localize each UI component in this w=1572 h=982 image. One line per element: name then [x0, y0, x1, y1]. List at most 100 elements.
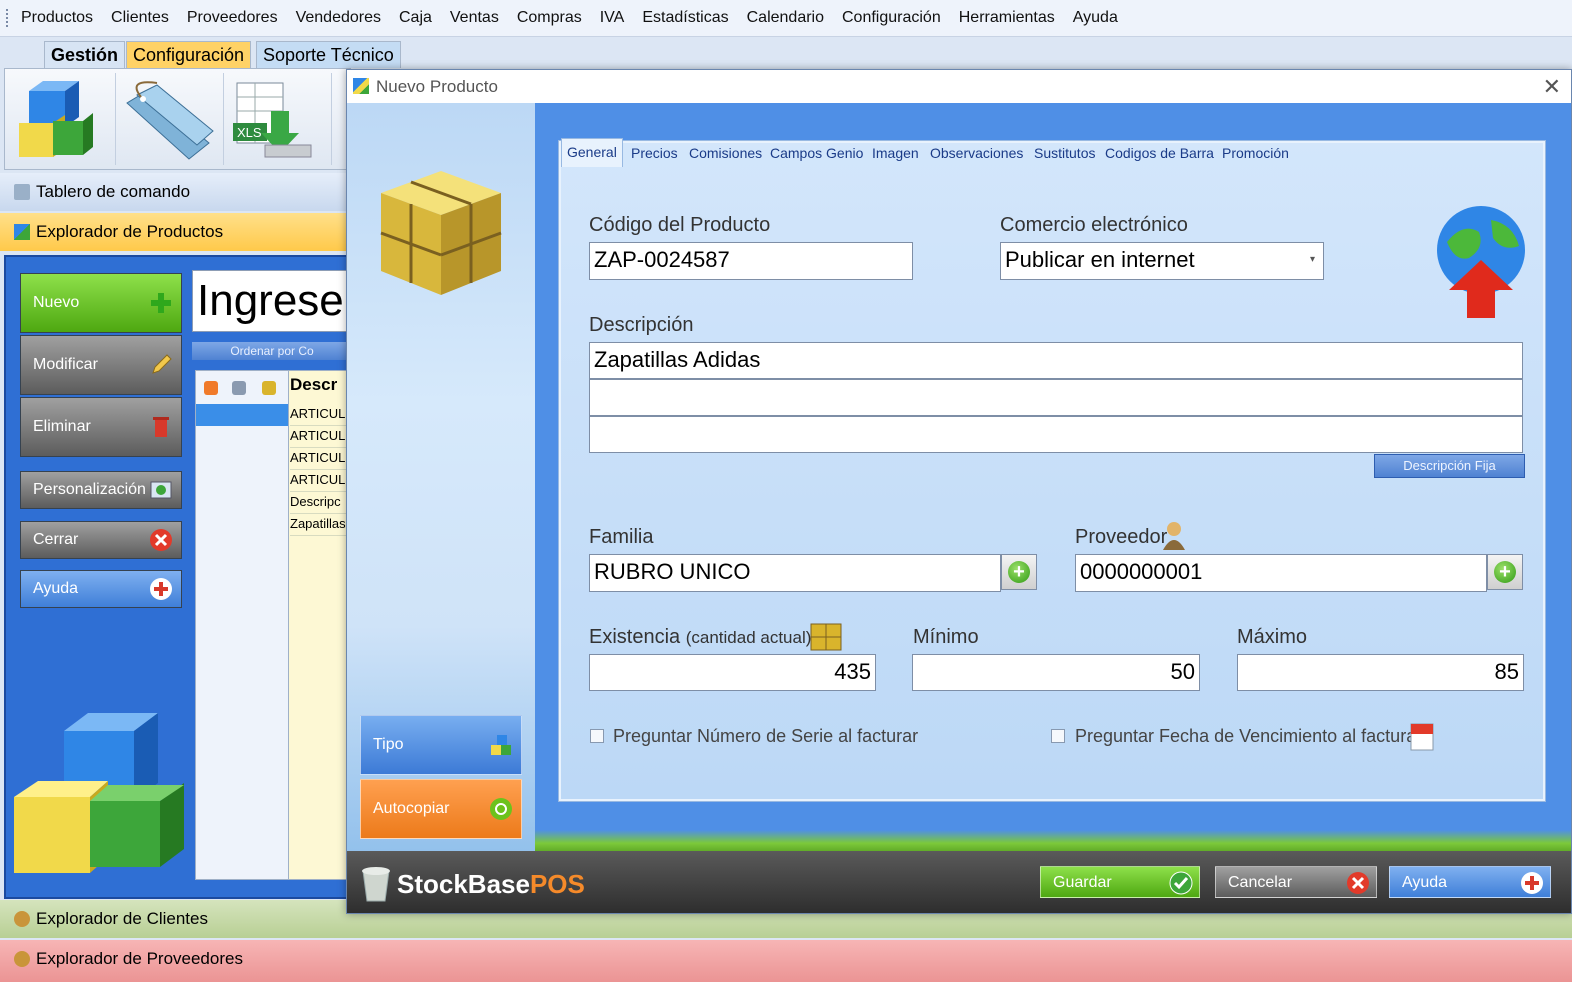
table-row[interactable]: ARTICUL [290, 403, 353, 426]
descripcion-fija-button[interactable]: Descripción Fija [1374, 454, 1525, 478]
descripcion-input-1[interactable]: Zapatillas Adidas [589, 342, 1523, 379]
ayuda-left-button[interactable]: Ayuda [20, 570, 182, 608]
brand-pos: POS [529, 869, 585, 899]
cubes-icon [19, 81, 93, 157]
table-row[interactable]: Descripc [290, 491, 353, 514]
menu-clientes[interactable]: Clientes [102, 9, 178, 27]
products-cubes-button[interactable] [9, 73, 116, 165]
autocopiar-button[interactable]: Autocopiar [360, 779, 522, 839]
list-icon [232, 381, 246, 395]
maximo-label: Máximo [1237, 626, 1308, 648]
menu-compras[interactable]: Compras [508, 9, 591, 27]
add-proveedor-button[interactable]: + [1487, 554, 1523, 590]
tab-configuracion[interactable]: Configuración [126, 41, 252, 68]
menu-proveedores[interactable]: Proveedores [178, 9, 287, 27]
ayuda-button[interactable]: Ayuda [1389, 866, 1551, 898]
bar-tablero-label: Tablero de comando [36, 182, 191, 201]
ayuda-left-label: Ayuda [33, 580, 79, 597]
plus-icon [151, 293, 171, 313]
tab-gestion[interactable]: Gestión [44, 41, 126, 68]
table-row[interactable]: Zapatillas [290, 513, 353, 536]
existencia-input[interactable]: 435 [589, 654, 876, 691]
products-grid: Descr ARTICUL ARTICUL ARTICUL ARTICUL De… [195, 370, 354, 880]
globe-upload-icon [1437, 206, 1525, 318]
maximo-input[interactable]: 85 [1237, 654, 1524, 691]
dialog-title: Nuevo Producto [376, 77, 498, 96]
ribbon-toolbar: XLS [4, 68, 351, 170]
menu-iva[interactable]: IVA [591, 9, 634, 27]
nuevo-button[interactable]: Nuevo [20, 273, 182, 333]
familia-input[interactable]: RUBRO UNICO [589, 554, 1001, 592]
cerrar-button[interactable]: Cerrar [20, 521, 182, 559]
comercio-label: Comercio electrónico [1000, 214, 1188, 236]
add-familia-button[interactable]: + [1001, 554, 1037, 590]
modificar-button[interactable]: Modificar [20, 335, 182, 395]
brand-stockbase: StockBase [397, 869, 530, 899]
tab-campos-genio[interactable]: Campos Genio [770, 140, 863, 166]
bar-explorador-productos[interactable]: Explorador de Productos [0, 213, 350, 251]
tab-precios[interactable]: Precios [631, 140, 678, 166]
grid-header-descripcion: Descr [290, 375, 338, 394]
plus-icon: + [1008, 561, 1030, 583]
stock-boxes-icon [810, 623, 842, 651]
menu-caja[interactable]: Caja [390, 9, 441, 27]
bar-proveedores-label: Explorador de Proveedores [36, 949, 243, 968]
grid-icons-column [196, 371, 289, 879]
menu-estadisticas[interactable]: Estadísticas [633, 9, 737, 27]
tab-observaciones[interactable]: Observaciones [930, 140, 1023, 166]
tab-soporte-tecnico[interactable]: Soporte Técnico [256, 41, 401, 68]
excel-export-button[interactable]: XLS [225, 73, 332, 165]
menu-ventas[interactable]: Ventas [441, 9, 508, 27]
vencimiento-checkbox[interactable] [1051, 729, 1065, 743]
sort-by-bar[interactable]: Ordenar por Co [192, 342, 352, 360]
nuevo-producto-dialog: Nuevo Producto ✕ Tipo Autocopiar General… [346, 69, 1572, 914]
cancelar-button[interactable]: Cancelar [1215, 866, 1377, 898]
dialog-titlebar: Nuevo Producto ✕ [347, 70, 1571, 103]
pencil-icon [152, 354, 172, 374]
clipboard-icon [14, 184, 30, 200]
box-icon [262, 381, 276, 395]
grass-decoration [535, 830, 1571, 852]
menu-configuracion[interactable]: Configuración [833, 9, 950, 27]
tab-promocion[interactable]: Promoción [1222, 140, 1289, 166]
descripcion-label: Descripción [589, 314, 694, 336]
comercio-electronico-select[interactable]: Publicar en internet ▾ [1000, 242, 1324, 280]
familia-label: Familia [589, 526, 654, 548]
help-icon [150, 578, 172, 600]
bar-explorador-proveedores[interactable]: Explorador de Proveedores [0, 940, 1572, 982]
tipo-button[interactable]: Tipo [360, 715, 522, 775]
search-input[interactable]: Ingrese [192, 270, 358, 332]
close-circle-icon [150, 529, 172, 551]
tab-sustitutos[interactable]: Sustitutos [1034, 140, 1095, 166]
minimo-input[interactable]: 50 [912, 654, 1200, 691]
price-tags-button[interactable] [117, 73, 224, 165]
close-icon[interactable]: ✕ [1543, 74, 1561, 100]
menu-calendario[interactable]: Calendario [738, 9, 833, 27]
table-row[interactable]: ARTICUL [290, 447, 353, 470]
brand-name: StockBasePOS [397, 869, 585, 900]
price-tags-icon [126, 81, 214, 160]
menu-productos[interactable]: Productos [12, 9, 102, 27]
menu-herramientas[interactable]: Herramientas [950, 9, 1064, 27]
personalizacion-button[interactable]: Personalización [20, 471, 182, 509]
menu-ayuda[interactable]: Ayuda [1064, 9, 1127, 27]
codigo-producto-input[interactable]: ZAP-0024587 [589, 242, 913, 280]
guardar-button[interactable]: Guardar [1040, 866, 1200, 898]
descripcion-input-3[interactable] [589, 416, 1523, 453]
table-row[interactable]: ARTICUL [290, 469, 353, 492]
customize-icon [150, 481, 172, 499]
eliminar-button[interactable]: Eliminar [20, 397, 182, 457]
numero-serie-checkbox[interactable] [590, 729, 604, 743]
calendar-icon [1410, 723, 1434, 751]
minimo-label: Mínimo [913, 626, 979, 648]
tab-general[interactable]: General [561, 138, 623, 167]
table-row[interactable]: ARTICUL [290, 425, 353, 448]
cubes-icon [353, 78, 369, 94]
proveedor-input[interactable]: 0000000001 [1075, 554, 1487, 592]
bar-tablero-de-comando[interactable]: Tablero de comando [0, 173, 350, 211]
descripcion-input-2[interactable] [589, 379, 1523, 416]
tab-codigos-de-barra[interactable]: Codigos de Barra [1105, 140, 1214, 166]
tab-comisiones[interactable]: Comisiones [689, 140, 762, 166]
menu-vendedores[interactable]: Vendedores [287, 9, 390, 27]
tab-imagen[interactable]: Imagen [872, 140, 919, 166]
